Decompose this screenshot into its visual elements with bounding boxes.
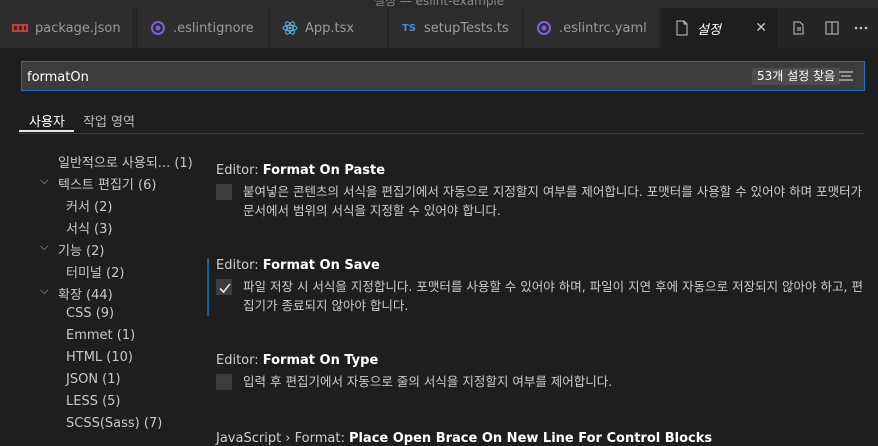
- toc-item-features[interactable]: ⌵ 기능 (2): [40, 240, 105, 259]
- chevron-down-icon: ⌵: [40, 240, 49, 253]
- setting-name: Format On Save: [262, 258, 380, 273]
- npm-icon: [12, 20, 28, 36]
- search-result-count: 53개 설정 찾음: [752, 68, 841, 85]
- toc-item-text-editor[interactable]: ⌵ 텍스트 편집기 (6): [40, 174, 157, 193]
- setting-category: Editor:: [216, 163, 263, 178]
- format-on-paste-checkbox[interactable]: [216, 184, 232, 200]
- setting-title: JavaScript › Format: Place Open Brace On…: [216, 431, 866, 446]
- chevron-down-icon: ⌵: [40, 174, 49, 187]
- open-json-icon[interactable]: [788, 8, 810, 48]
- tab-label: .eslintrc.yaml: [559, 20, 647, 36]
- setting-description: 파일 저장 시 서식을 지정합니다. 포맷터를 사용할 수 있어야 하며, 파일…: [243, 279, 863, 313]
- toc-item-scss[interactable]: SCSS(Sass) (7): [66, 416, 162, 431]
- setting-format-on-paste: Editor: Format On Paste 붙여넣은 콘텐츠의 서식을 편집…: [216, 163, 866, 223]
- toc-item-terminal[interactable]: 터미널 (2): [66, 262, 124, 281]
- scope-divider: [19, 133, 864, 134]
- setting-title: Editor: Format On Save: [216, 258, 866, 273]
- toc-item-less[interactable]: LESS (5): [66, 394, 121, 409]
- setting-name: Format On Paste: [262, 163, 386, 178]
- toc-item-emmet[interactable]: Emmet (1): [66, 328, 135, 343]
- setting-title: Editor: Format On Type: [216, 353, 866, 368]
- tab-settings[interactable]: 설정 ✕: [662, 8, 778, 48]
- setting-format-on-save: Editor: Format On Save 파일 저장 시 서식을 지정합니다…: [216, 258, 866, 318]
- toc-item-css[interactable]: CSS (9): [66, 306, 114, 321]
- tab-setuptests-ts[interactable]: TS setupTests.ts: [389, 8, 523, 48]
- tab-workspace-settings[interactable]: 작업 영역: [83, 111, 135, 130]
- setting-place-open-brace: JavaScript › Format: Place Open Brace On…: [216, 431, 866, 446]
- tab-package-json[interactable]: package.json: [0, 8, 133, 48]
- filter-icon[interactable]: [838, 68, 854, 84]
- title-bar: 설정 — eslint-example: [0, 0, 878, 8]
- setting-name: Format On Type: [262, 353, 379, 368]
- setting-description: 입력 후 편집기에서 자동으로 줄의 서식을 지정할지 여부를 제어합니다.: [243, 374, 613, 389]
- setting-category: JavaScript › Format:: [216, 431, 349, 446]
- toc-item-cursor[interactable]: 커서 (2): [66, 196, 112, 215]
- tab-label: .eslintignore: [173, 20, 254, 36]
- react-icon: [282, 20, 298, 36]
- toc-item-label: 확장 (44): [58, 288, 113, 303]
- tab-user-settings[interactable]: 사용자: [29, 111, 65, 130]
- toc-item-extensions[interactable]: ⌵ 확장 (44): [40, 284, 113, 303]
- focused-setting-indicator: [207, 258, 209, 316]
- toc-item-label: 기능 (2): [58, 244, 105, 259]
- check-icon: [219, 283, 231, 294]
- toc-item-formatting[interactable]: 서식 (3): [66, 218, 112, 237]
- tab-label: package.json: [35, 20, 121, 36]
- tab-eslintrc-yaml[interactable]: .eslintrc.yaml: [524, 8, 660, 48]
- toc-item-html[interactable]: HTML (10): [66, 350, 133, 365]
- toc-item-json[interactable]: JSON (1): [66, 372, 121, 387]
- active-scope-indicator: [19, 130, 74, 132]
- format-on-type-checkbox[interactable]: [216, 374, 232, 390]
- tab-app-tsx[interactable]: App.tsx: [270, 8, 388, 48]
- file-icon: [674, 20, 690, 36]
- setting-description: 붙여넣은 콘텐츠의 서식을 편집기에서 자동으로 지정할지 여부를 제어합니다.…: [243, 184, 863, 218]
- tab-label: App.tsx: [305, 20, 355, 36]
- tab-label: setupTests.ts: [424, 20, 509, 36]
- toc-item-label: 텍스트 편집기 (6): [58, 178, 157, 193]
- more-actions-icon[interactable]: [850, 8, 872, 48]
- eslint-icon: [150, 20, 166, 36]
- setting-name: Place Open Brace On New Line For Control…: [348, 431, 713, 446]
- chevron-down-icon: ⌵: [40, 284, 49, 297]
- window-title: 설정 — eslint-example: [373, 0, 505, 8]
- setting-category: Editor:: [216, 353, 263, 368]
- editor-tab-bar: package.json .eslintignore App.tsx TS se…: [0, 8, 878, 48]
- setting-format-on-type: Editor: Format On Type 입력 후 편집기에서 자동으로 줄…: [216, 353, 866, 393]
- setting-title: Editor: Format On Paste: [216, 163, 866, 178]
- setting-category: Editor:: [216, 258, 263, 273]
- settings-search-input[interactable]: [22, 62, 729, 92]
- tab-eslintignore[interactable]: .eslintignore: [138, 8, 269, 48]
- close-icon[interactable]: ✕: [755, 20, 767, 36]
- tab-label: 설정: [697, 22, 721, 38]
- eslint-icon: [536, 20, 552, 36]
- toc-item-commonly-used[interactable]: 일반적으로 사용되... (1): [58, 152, 193, 171]
- ts-icon: TS: [401, 22, 417, 34]
- format-on-save-checkbox[interactable]: [216, 279, 232, 295]
- settings-search-box: 53개 설정 찾음: [21, 61, 865, 92]
- split-editor-icon[interactable]: [821, 8, 843, 48]
